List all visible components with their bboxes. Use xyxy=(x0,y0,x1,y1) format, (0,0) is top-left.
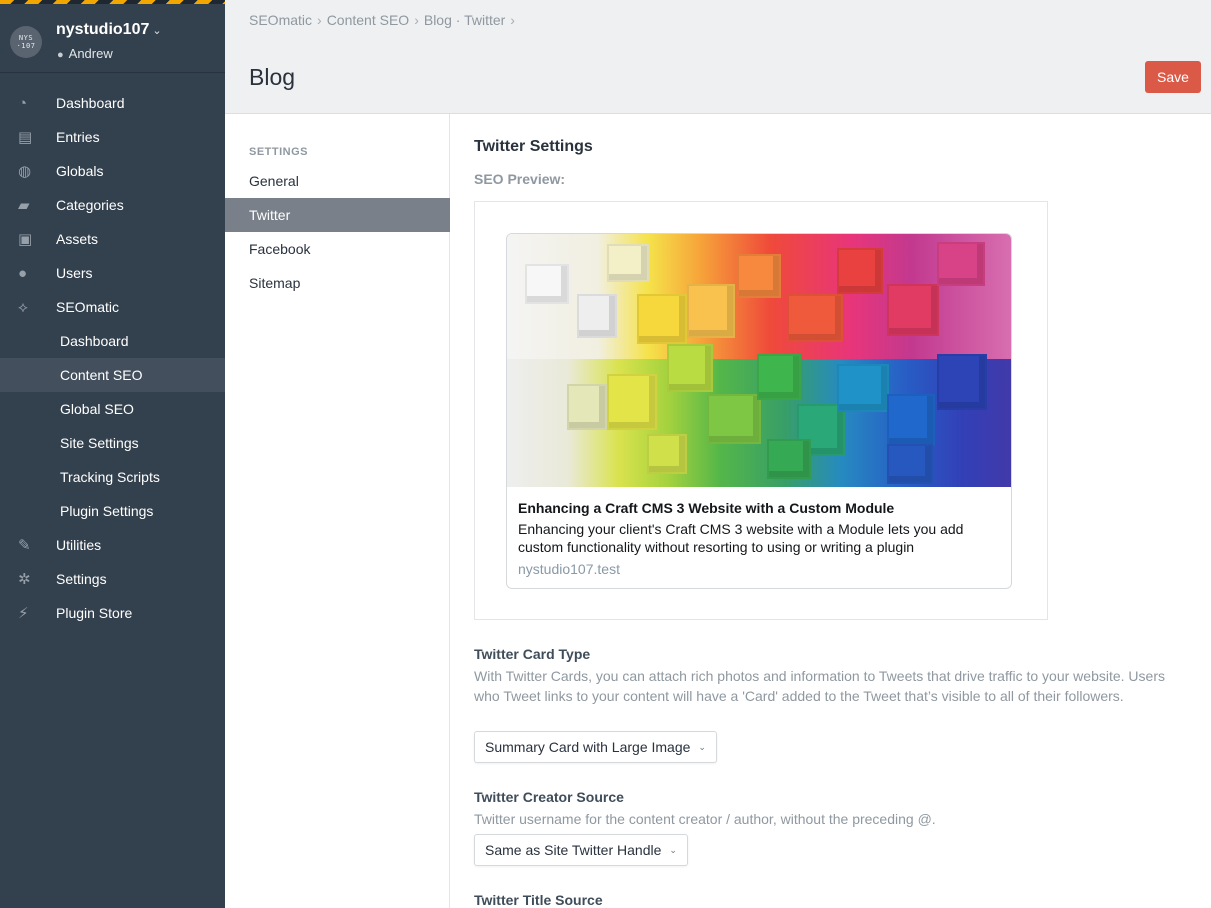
nav-item-globals[interactable]: ◍ Globals xyxy=(0,154,225,188)
nav-sub-plugin-settings[interactable]: Plugin Settings xyxy=(0,494,225,528)
dashboard-icon: ◔ xyxy=(18,94,28,112)
site-name[interactable]: nystudio107 ⌄ xyxy=(56,21,162,39)
nav-sub-content-seo[interactable]: Content SEO xyxy=(0,358,225,392)
section-title: Twitter Settings xyxy=(474,138,593,155)
settings-nav: SETTINGS General Twitter Facebook Sitema… xyxy=(225,114,450,908)
page-title: Blog xyxy=(249,64,296,90)
plug-icon: ⚡ xyxy=(18,605,29,622)
twitter-creator-source-instructions: Twitter username for the content creator… xyxy=(474,811,936,827)
settings-heading: SETTINGS xyxy=(249,146,309,158)
folder-icon: ▰ xyxy=(18,197,30,214)
card-image xyxy=(507,234,1011,487)
card-domain: nystudio107.test xyxy=(518,561,620,577)
twitter-title-source-label: Twitter Title Source xyxy=(474,892,603,908)
nav-item-assets[interactable]: ▣ Assets xyxy=(0,222,225,256)
settings-item-facebook[interactable]: Facebook xyxy=(225,232,450,266)
nav-sub-dashboard[interactable]: Dashboard xyxy=(0,324,225,358)
chevron-down-icon: ⌄ xyxy=(669,844,677,855)
breadcrumb-item-content-seo[interactable]: Content SEO xyxy=(327,12,410,28)
page-header: SEOmatic › Content SEO › Blog · Twitter › B… xyxy=(225,0,1211,114)
entries-icon: ▤ xyxy=(18,129,33,146)
main-content: Twitter Settings SEO Preview: Enhancing … xyxy=(450,114,1211,908)
image-icon: ▣ xyxy=(18,231,33,248)
user-avatar-icon: ● xyxy=(57,49,64,61)
nav-sub-site-settings[interactable]: Site Settings xyxy=(0,426,225,460)
nav-item-dashboard[interactable]: ◔ Dashboard xyxy=(0,86,225,120)
nav-item-categories[interactable]: ▰ Categories xyxy=(0,188,225,222)
current-user[interactable]: ● Andrew xyxy=(57,46,113,61)
nav-item-plugin-store[interactable]: ⚡ Plugin Store xyxy=(0,596,225,630)
breadcrumb-item-blog-twitter[interactable]: Blog · Twitter xyxy=(424,12,505,28)
save-button[interactable]: Save xyxy=(1145,61,1201,93)
site-logo: NYS ·107 xyxy=(10,26,42,58)
twitter-creator-source-select[interactable]: Same as Site Twitter Handle ⌄ xyxy=(474,834,688,866)
settings-item-twitter[interactable]: Twitter xyxy=(225,198,450,232)
nav-item-seomatic[interactable]: ⟡ SEOmatic xyxy=(0,290,225,324)
globe-icon: ◍ xyxy=(18,163,32,180)
twitter-card-type-instructions: With Twitter Cards, you can attach rich … xyxy=(474,668,1165,704)
seo-preview-box: Enhancing a Craft CMS 3 Website with a C… xyxy=(474,201,1048,620)
seomatic-icon: ⟡ xyxy=(18,298,28,316)
nav-item-utilities[interactable]: ✎ Utilities xyxy=(0,528,225,562)
breadcrumb-item-seomatic[interactable]: SEOmatic xyxy=(249,12,312,28)
card-description: Enhancing your client's Craft CMS 3 webs… xyxy=(518,521,964,555)
card-body: Enhancing a Craft CMS 3 Website with a C… xyxy=(507,487,1011,577)
wrench-icon: ✎ xyxy=(18,537,31,554)
twitter-card-type-select[interactable]: Summary Card with Large Image ⌄ xyxy=(474,731,717,763)
chevron-down-icon: ⌄ xyxy=(698,741,706,752)
nav-sub-global-seo[interactable]: Global SEO xyxy=(0,392,225,426)
site-header[interactable]: NYS ·107 nystudio107 ⌄ ● Andrew xyxy=(0,4,225,73)
main-sidebar: NYS ·107 nystudio107 ⌄ ● Andrew ◔ Dashboard … xyxy=(0,0,225,908)
nav-item-settings[interactable]: ✲ Settings xyxy=(0,562,225,596)
twitter-card-preview: Enhancing a Craft CMS 3 Website with a C… xyxy=(506,233,1012,589)
nav-item-users[interactable]: ● Users xyxy=(0,256,225,290)
nav-sub-tracking-scripts[interactable]: Tracking Scripts xyxy=(0,460,225,494)
nav-item-entries[interactable]: ▤ Entries xyxy=(0,120,225,154)
settings-item-sitemap[interactable]: Sitemap xyxy=(225,266,450,300)
chevron-down-icon: ⌄ xyxy=(152,25,162,37)
card-title: Enhancing a Craft CMS 3 Website with a C… xyxy=(518,500,895,516)
gear-icon: ✲ xyxy=(18,571,31,588)
seo-preview-label: SEO Preview: xyxy=(474,171,566,187)
settings-item-general[interactable]: General xyxy=(225,164,450,198)
twitter-card-type-label: Twitter Card Type xyxy=(474,646,591,662)
breadcrumb: SEOmatic › Content SEO › Blog · Twitter › xyxy=(249,12,515,28)
users-icon: ● xyxy=(18,264,28,282)
twitter-creator-source-label: Twitter Creator Source xyxy=(474,789,624,805)
